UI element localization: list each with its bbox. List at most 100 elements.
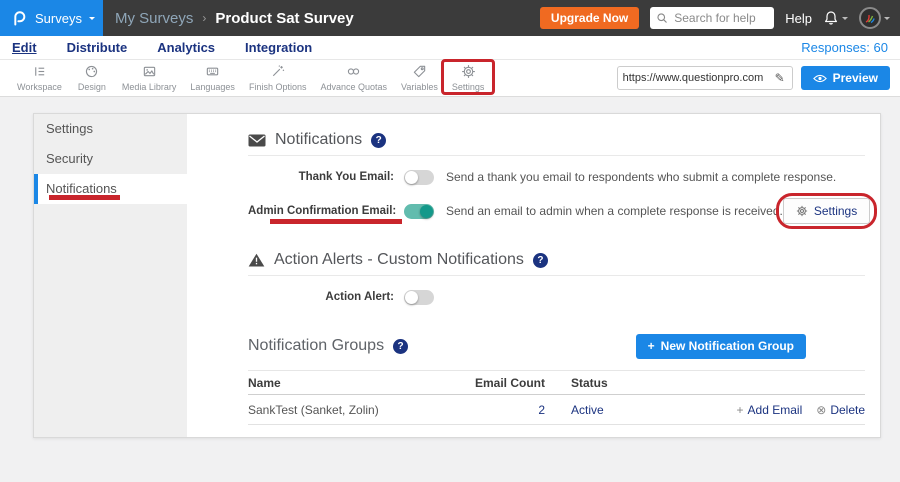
admin-confirmation-email-description: Send an email to admin when a complete r… bbox=[446, 204, 783, 218]
warning-triangle-icon bbox=[248, 253, 265, 267]
action-alert-row: Action Alert: bbox=[248, 284, 865, 310]
sidebar-item-notifications[interactable]: Notifications bbox=[34, 174, 187, 204]
toolbar-item-media-library[interactable]: Media Library bbox=[115, 60, 184, 96]
add-email-button[interactable]: + Add Email bbox=[737, 403, 803, 417]
topbar-actions: Upgrade Now Help bbox=[540, 7, 900, 29]
bell-icon bbox=[823, 10, 839, 26]
column-header-name: Name bbox=[248, 376, 465, 390]
action-alert-label: Action Alert: bbox=[248, 291, 394, 303]
delete-button[interactable]: ⊗ Delete bbox=[816, 403, 865, 417]
divider bbox=[248, 155, 865, 156]
settings-sidebar: Settings Security Notifications bbox=[34, 114, 187, 437]
group-name: SankTest (Sanket, Zolin) bbox=[248, 403, 465, 417]
annotation-admin-email-underline bbox=[270, 219, 402, 224]
help-icon[interactable]: ? bbox=[371, 133, 386, 148]
upgrade-now-button[interactable]: Upgrade Now bbox=[540, 7, 639, 29]
plus-icon: + bbox=[737, 403, 744, 417]
column-header-status: Status bbox=[545, 376, 655, 390]
admin-confirmation-email-label: Admin Confirmation Email: bbox=[248, 205, 394, 217]
toolbar-item-settings[interactable]: Settings bbox=[445, 60, 492, 96]
notifications-bell-menu[interactable] bbox=[823, 10, 848, 26]
column-header-email-count: Email Count bbox=[465, 376, 545, 390]
thank-you-email-label: Thank You Email: bbox=[248, 171, 394, 183]
help-icon[interactable]: ? bbox=[393, 339, 408, 354]
product-menu-label: Surveys bbox=[35, 11, 82, 26]
toolbar-right: ✎ Preview bbox=[617, 60, 890, 96]
table-header-row: Name Email Count Status bbox=[248, 371, 865, 395]
chain-links-icon bbox=[346, 64, 361, 79]
sidebar-item-settings[interactable]: Settings bbox=[34, 114, 187, 144]
notifications-content: Notifications ? Thank You Email: Send a … bbox=[187, 114, 880, 437]
wand-icon bbox=[270, 64, 285, 79]
help-link[interactable]: Help bbox=[785, 11, 812, 26]
survey-url-field[interactable]: ✎ bbox=[617, 66, 793, 90]
notification-groups-header: Notification Groups ? + New Notification… bbox=[248, 332, 865, 360]
tab-edit[interactable]: Edit bbox=[12, 40, 37, 55]
questionpro-logo-icon bbox=[10, 9, 28, 27]
admin-confirmation-email-row: Admin Confirmation Email: Send an email … bbox=[248, 192, 865, 230]
toolbar-item-workspace[interactable]: Workspace bbox=[10, 60, 69, 96]
chevron-down-icon bbox=[842, 17, 848, 23]
section-title: Action Alerts - Custom Notifications bbox=[274, 251, 524, 269]
tab-distribute[interactable]: Distribute bbox=[67, 40, 128, 55]
tab-analytics[interactable]: Analytics bbox=[157, 40, 215, 55]
edit-url-pencil-icon[interactable]: ✎ bbox=[768, 67, 792, 89]
tag-icon bbox=[412, 64, 427, 79]
image-icon bbox=[142, 64, 157, 79]
workspace-list-icon bbox=[32, 64, 47, 79]
breadcrumb-separator: › bbox=[202, 11, 206, 25]
toolbar-item-design[interactable]: Design bbox=[69, 60, 115, 96]
account-menu[interactable] bbox=[859, 7, 890, 29]
product-switcher[interactable]: Surveys bbox=[0, 0, 103, 36]
breadcrumb: My Surveys › Product Sat Survey bbox=[115, 10, 354, 27]
admin-confirmation-email-toggle[interactable] bbox=[404, 204, 434, 219]
breadcrumb-my-surveys[interactable]: My Surveys bbox=[115, 10, 193, 27]
divider bbox=[248, 275, 865, 276]
thank-you-email-description: Send a thank you email to respondents wh… bbox=[446, 170, 836, 184]
questionpro-settings-page: Surveys My Surveys › Product Sat Survey … bbox=[0, 0, 900, 482]
tab-integration[interactable]: Integration bbox=[245, 40, 312, 55]
survey-url-input[interactable] bbox=[618, 72, 768, 84]
notifications-section-header: Notifications ? bbox=[248, 128, 865, 152]
chevron-down-icon bbox=[884, 17, 890, 23]
top-bar: Surveys My Surveys › Product Sat Survey … bbox=[0, 0, 900, 36]
thank-you-email-toggle[interactable] bbox=[404, 170, 434, 185]
toolbar-item-finish-options[interactable]: Finish Options bbox=[242, 60, 314, 96]
group-email-count-link[interactable]: 2 bbox=[465, 403, 545, 417]
toolbar-item-variables[interactable]: Variables bbox=[394, 60, 445, 96]
chevron-down-icon bbox=[89, 17, 95, 23]
search-input[interactable] bbox=[672, 10, 768, 26]
group-status-link[interactable]: Active bbox=[545, 403, 655, 417]
groups-title: Notification Groups bbox=[248, 337, 384, 355]
search-icon bbox=[656, 12, 668, 24]
preview-button[interactable]: Preview bbox=[801, 66, 890, 90]
avatar bbox=[859, 7, 881, 29]
toolbar-item-languages[interactable]: Languages bbox=[183, 60, 242, 96]
help-search[interactable] bbox=[650, 7, 774, 29]
help-icon[interactable]: ? bbox=[533, 253, 548, 268]
settings-panel: Settings Security Notifications Notifica… bbox=[33, 113, 881, 438]
toolbar-item-advance-quotas[interactable]: Advance Quotas bbox=[313, 60, 394, 96]
gear-icon bbox=[796, 205, 808, 217]
breadcrumb-survey-name: Product Sat Survey bbox=[215, 10, 353, 27]
eye-icon bbox=[813, 74, 827, 83]
action-alerts-section-header: Action Alerts - Custom Notifications ? bbox=[248, 248, 865, 272]
sidebar-item-security[interactable]: Security bbox=[34, 144, 187, 174]
circled-x-icon: ⊗ bbox=[816, 403, 826, 417]
plus-icon: + bbox=[648, 339, 655, 353]
admin-email-settings-button[interactable]: Settings bbox=[783, 198, 870, 224]
thank-you-email-row: Thank You Email: Send a thank you email … bbox=[248, 162, 865, 192]
section-title: Notifications bbox=[275, 131, 362, 149]
survey-nav: Edit Distribute Analytics Integration Re… bbox=[0, 36, 900, 60]
responses-count[interactable]: Responses: 60 bbox=[801, 40, 888, 55]
new-notification-group-button[interactable]: + New Notification Group bbox=[636, 334, 806, 359]
envelope-icon bbox=[248, 134, 266, 147]
palette-icon bbox=[84, 64, 99, 79]
group-actions: + Add Email ⊗ Delete bbox=[655, 403, 865, 417]
notification-groups-table: Name Email Count Status SankTest (Sanket… bbox=[248, 370, 865, 425]
table-row: SankTest (Sanket, Zolin) 2 Active + Add … bbox=[248, 395, 865, 425]
action-alert-toggle[interactable] bbox=[404, 290, 434, 305]
edit-toolbar: Workspace Design Media Library Languages… bbox=[0, 60, 900, 97]
gear-icon bbox=[461, 64, 476, 79]
keyboard-icon bbox=[205, 64, 220, 79]
